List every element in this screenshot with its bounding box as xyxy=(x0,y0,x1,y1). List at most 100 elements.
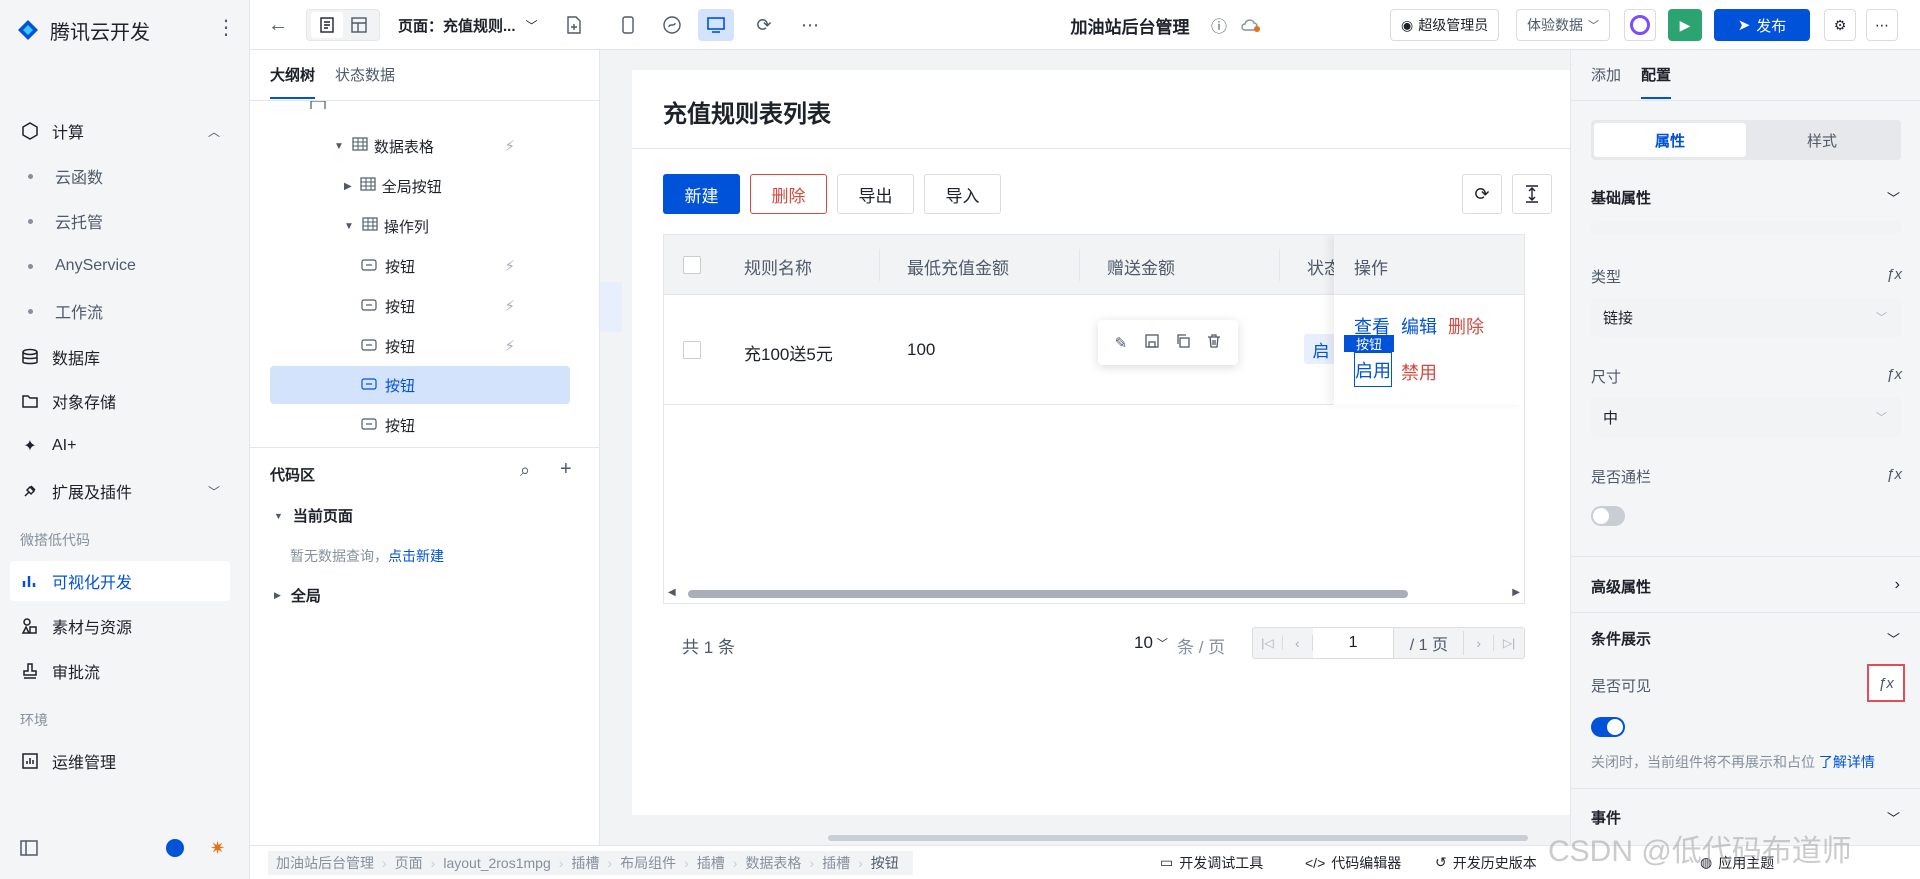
new-button[interactable]: 新建 xyxy=(663,174,740,214)
tab-add[interactable]: 添加 xyxy=(1591,64,1621,99)
nav-assets[interactable]: 素材与资源 xyxy=(10,606,230,646)
ai-assistant-button[interactable] xyxy=(1624,9,1656,41)
global-group[interactable]: ▶ 全局 xyxy=(274,585,321,606)
back-arrow-icon[interactable]: ← xyxy=(266,9,290,41)
tree-node[interactable]: ▼ 操作列 xyxy=(270,207,570,245)
disable-link[interactable]: 禁用 xyxy=(1401,359,1437,385)
tree-node[interactable]: 按钮 xyxy=(270,406,570,444)
nav-storage[interactable]: 对象存储 xyxy=(10,381,230,421)
chevron-down-icon[interactable]: ﹀ xyxy=(1887,188,1900,207)
code-editor-button[interactable]: </> 代码编辑器 xyxy=(1305,853,1401,873)
export-button[interactable]: 导出 xyxy=(837,174,914,214)
tree-node[interactable]: 按钮 ⚡ xyxy=(270,327,570,365)
layout-icon[interactable] xyxy=(343,12,375,38)
visible-toggle[interactable] xyxy=(1591,717,1625,737)
tree-node[interactable]: 按钮 ⚡ xyxy=(270,247,570,285)
page-number-input[interactable]: 1 xyxy=(1312,628,1395,658)
nav-extensions[interactable]: 扩展及插件 ﹀ xyxy=(10,471,230,511)
breadcrumb-item[interactable]: 插槽 xyxy=(822,853,850,873)
role-button[interactable]: ◉ 超级管理员 xyxy=(1390,9,1500,41)
history-button[interactable]: ↺ 开发历史版本 xyxy=(1435,853,1537,873)
current-page-group[interactable]: ▼ 当前页面 xyxy=(274,505,353,526)
chevron-down-icon[interactable]: ﹀ xyxy=(1887,808,1900,827)
col-header-bonus[interactable]: 赠送金额 xyxy=(1107,254,1175,279)
info-icon[interactable]: ⓘ xyxy=(1206,9,1232,41)
scroll-right-icon[interactable]: ▶ xyxy=(1512,587,1520,598)
user-avatar-icon[interactable] xyxy=(166,839,184,857)
publish-button[interactable]: ➤ 发布 xyxy=(1714,9,1810,41)
tab-state-data[interactable]: 状态数据 xyxy=(335,64,395,99)
seg-props[interactable]: 属性 xyxy=(1594,123,1746,157)
colorful-star-icon[interactable]: ✷ xyxy=(210,838,225,859)
collapse-sidebar-icon[interactable] xyxy=(20,840,38,860)
tab-config[interactable]: 配置 xyxy=(1641,64,1672,99)
plus-icon[interactable]: + xyxy=(560,458,572,481)
seg-style[interactable]: 样式 xyxy=(1746,123,1898,157)
scrollbar-thumb[interactable] xyxy=(688,590,1408,598)
fx-icon[interactable]: ƒx xyxy=(1886,266,1902,283)
nav-visual-dev[interactable]: 可视化开发 xyxy=(10,561,230,601)
mobile-preview-icon[interactable] xyxy=(614,9,642,41)
scroll-left-icon[interactable]: ◀ xyxy=(668,587,676,598)
col-header-actions[interactable]: 操作 xyxy=(1354,254,1388,279)
block-toggle[interactable] xyxy=(1591,506,1625,526)
row-checkbox[interactable] xyxy=(683,341,701,359)
col-header-name[interactable]: 规则名称 xyxy=(744,254,812,279)
document-icon[interactable] xyxy=(311,12,343,38)
more-horizontal-icon[interactable]: ⋯ xyxy=(796,9,824,41)
section-events[interactable]: 事件 xyxy=(1591,807,1621,828)
search-icon[interactable]: ⌕ xyxy=(520,460,530,481)
more-vertical-icon[interactable]: ⋮ xyxy=(216,18,236,38)
fx-icon[interactable]: ƒx xyxy=(1886,466,1902,483)
nav-approval[interactable]: 审批流 xyxy=(10,651,230,691)
nav-ai[interactable]: ✦ AI+ xyxy=(10,426,230,466)
page-selector[interactable]: 页面：充值规则... ﹀ xyxy=(398,9,548,41)
tree-node[interactable]: ▼ 数据表格 ⚡ xyxy=(270,127,570,165)
save-icon[interactable] xyxy=(1144,333,1159,352)
edit-link[interactable]: 编辑 xyxy=(1401,313,1437,339)
nav-database[interactable]: 数据库 xyxy=(10,337,230,377)
first-page-icon[interactable]: |◁ xyxy=(1253,636,1283,650)
section-advanced[interactable]: 高级属性 xyxy=(1591,576,1651,597)
learn-more-link[interactable]: 了解详情 xyxy=(1819,754,1875,770)
breadcrumb-item[interactable]: 加油站后台管理 xyxy=(276,853,374,873)
edit-pencil-icon[interactable]: ✎ xyxy=(1115,334,1128,352)
canvas-scrollbar[interactable] xyxy=(828,835,1528,841)
chevron-right-icon[interactable]: › xyxy=(1895,576,1900,594)
fx-icon[interactable]: ƒx xyxy=(1886,366,1902,383)
cloud-sync-icon[interactable] xyxy=(1238,9,1264,41)
breadcrumb-item[interactable]: 插槽 xyxy=(571,853,599,873)
breadcrumb-item[interactable]: 数据表格 xyxy=(745,853,801,873)
lightning-icon[interactable]: ⚡ xyxy=(504,337,515,355)
lightning-icon[interactable]: ⚡ xyxy=(504,137,515,155)
breadcrumb-item[interactable]: 布局组件 xyxy=(620,853,676,873)
enable-link-selected[interactable]: 启用 xyxy=(1354,352,1392,387)
nav-compute[interactable]: 计算 ︿ xyxy=(10,111,230,151)
desktop-preview-icon[interactable] xyxy=(698,9,734,41)
more-options-button[interactable]: ⋯ xyxy=(1866,9,1898,41)
refresh-icon[interactable]: ⟳ xyxy=(750,9,778,41)
nav-sub-item[interactable]: AnyService xyxy=(10,248,230,284)
settings-button[interactable]: ⚙ xyxy=(1824,9,1856,41)
miniprogram-icon[interactable] xyxy=(658,9,686,41)
brand[interactable]: 腾讯云开发 xyxy=(14,14,150,46)
section-condition[interactable]: 条件展示 xyxy=(1591,628,1651,649)
add-page-icon[interactable] xyxy=(560,9,588,41)
debug-tools-button[interactable]: ▭ 开发调试工具 xyxy=(1160,853,1263,873)
breadcrumb-item-current[interactable]: 按钮 xyxy=(871,853,899,873)
delete-link[interactable]: 删除 xyxy=(1448,313,1484,339)
section-basic[interactable]: 基础属性 xyxy=(1591,187,1651,208)
breadcrumb-item[interactable]: 页面 xyxy=(395,853,423,873)
type-select[interactable]: 链接 ﹀ xyxy=(1591,297,1901,337)
visible-fx-button[interactable]: ƒx xyxy=(1867,664,1905,702)
tab-outline-tree[interactable]: 大纲树 xyxy=(270,64,316,99)
nav-ops[interactable]: 运维管理 xyxy=(10,741,230,781)
col-header-min-amount[interactable]: 最低充值金额 xyxy=(907,254,1009,279)
data-mode-select[interactable]: 体验数据 ﹀ xyxy=(1516,9,1610,41)
copy-icon[interactable] xyxy=(1176,333,1190,352)
delete-button[interactable]: 删除 xyxy=(750,174,827,214)
last-page-icon[interactable]: ▷| xyxy=(1494,636,1524,650)
chevron-down-icon[interactable]: ﹀ xyxy=(1887,629,1900,648)
run-preview-button[interactable]: ▶ xyxy=(1668,9,1702,41)
breadcrumb-item[interactable]: 插槽 xyxy=(697,853,725,873)
